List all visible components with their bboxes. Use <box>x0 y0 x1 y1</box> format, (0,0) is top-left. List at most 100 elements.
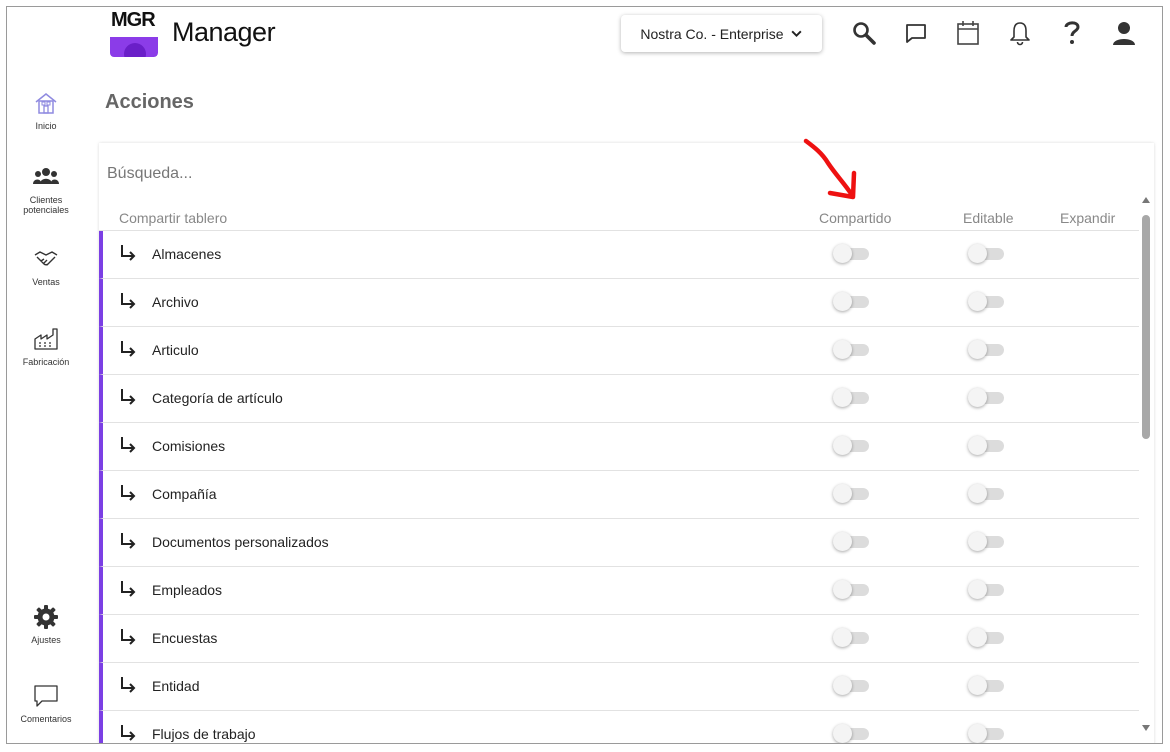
list-item-label: Entidad <box>152 678 200 694</box>
shared-toggle[interactable] <box>833 436 869 455</box>
nav-item-ventas[interactable]: Ventas <box>7 245 85 287</box>
logo-text: MGR <box>111 9 156 31</box>
subdirectory-arrow-icon <box>121 725 136 741</box>
column-header-expand: Expandir <box>1060 210 1116 226</box>
list-item[interactable]: Archivo <box>99 279 1139 327</box>
list-item-label: Articulo <box>152 342 199 358</box>
nav-item-ajustes[interactable]: Ajustes <box>7 603 85 645</box>
scroll-up-icon[interactable] <box>1142 197 1150 203</box>
nav-item-fabricacion[interactable]: Fabricación <box>7 325 85 367</box>
editable-toggle[interactable] <box>968 292 1004 311</box>
list-item-label: Comisiones <box>152 438 226 454</box>
subdirectory-arrow-icon <box>121 533 136 549</box>
annotation-arrow-icon <box>803 138 857 200</box>
subdirectory-arrow-icon <box>121 485 136 501</box>
calendar-icon[interactable] <box>954 19 982 47</box>
subdirectory-arrow-icon <box>121 389 136 405</box>
editable-toggle[interactable] <box>968 484 1004 503</box>
subdirectory-arrow-icon <box>121 677 136 693</box>
editable-toggle[interactable] <box>968 676 1004 695</box>
column-header-name: Compartir tablero <box>119 210 228 226</box>
home-icon <box>35 93 57 114</box>
editable-toggle[interactable] <box>968 436 1004 455</box>
editable-toggle[interactable] <box>968 244 1004 263</box>
bell-icon[interactable] <box>1006 19 1034 47</box>
editable-toggle[interactable] <box>968 532 1004 551</box>
company-selector[interactable]: Nostra Co. - Enterprise <box>621 15 822 52</box>
list-item-label: Flujos de trabajo <box>152 726 256 742</box>
chat-icon[interactable] <box>902 19 930 47</box>
user-icon[interactable] <box>1110 19 1138 47</box>
scrollbar-thumb[interactable] <box>1142 215 1150 439</box>
app-window: MGR Manager Nostra Co. - Enterprise Inic… <box>6 6 1163 744</box>
column-header-row: Compartir tablero Compartido Editable Ex… <box>99 201 1139 231</box>
editable-toggle[interactable] <box>968 628 1004 647</box>
list-item[interactable]: Documentos personalizados <box>99 519 1139 567</box>
subdirectory-arrow-icon <box>121 245 136 261</box>
editable-toggle[interactable] <box>968 388 1004 407</box>
editable-toggle[interactable] <box>968 580 1004 599</box>
nav-item-inicio[interactable]: Inicio <box>7 89 85 131</box>
column-header-editable: Editable <box>963 210 1014 226</box>
list-item[interactable]: Articulo <box>99 327 1139 375</box>
shared-toggle[interactable] <box>833 580 869 599</box>
nav-label: Ventas <box>32 277 60 287</box>
list-item-label: Empleados <box>152 582 223 598</box>
list-item-label: Almacenes <box>152 246 222 262</box>
shared-toggle[interactable] <box>833 532 869 551</box>
subdirectory-arrow-icon <box>121 629 136 645</box>
editable-toggle[interactable] <box>968 724 1004 743</box>
app-logo[interactable]: MGR <box>108 7 158 57</box>
shared-toggle[interactable] <box>833 676 869 695</box>
help-icon[interactable] <box>1058 19 1086 47</box>
list-item[interactable]: Compañía <box>99 471 1139 519</box>
factory-icon <box>34 328 58 350</box>
shared-toggle[interactable] <box>833 484 869 503</box>
actions-panel: Compartir tablero Compartido Editable Ex… <box>99 143 1154 743</box>
list-item-label: Encuestas <box>152 630 218 646</box>
shared-toggle[interactable] <box>833 292 869 311</box>
shared-toggle[interactable] <box>833 628 869 647</box>
subdirectory-arrow-icon <box>121 341 136 357</box>
list-item-label: Compañía <box>152 486 217 502</box>
logo-band <box>110 37 158 57</box>
nav-label: Ajustes <box>31 635 61 645</box>
nav-item-comentarios[interactable]: Comentarios <box>7 682 85 724</box>
list-item[interactable]: Almacenes <box>99 231 1139 279</box>
list-item-label: Categoría de artículo <box>152 390 283 406</box>
list-item[interactable]: Empleados <box>99 567 1139 615</box>
list-item[interactable]: Encuestas <box>99 615 1139 663</box>
page-title: Acciones <box>105 91 194 113</box>
list-item[interactable]: Flujos de trabajo <box>99 711 1139 743</box>
nav-label: Fabricación <box>22 357 70 367</box>
comment-icon <box>34 685 58 707</box>
nav-label: Clientes potenciales <box>23 195 69 215</box>
scroll-down-icon[interactable] <box>1142 725 1150 731</box>
shared-toggle[interactable] <box>833 244 869 263</box>
app-title: Manager <box>172 17 276 47</box>
permissions-list: Almacenes Archivo Articulo Categoría de art… <box>99 231 1139 743</box>
subdirectory-arrow-icon <box>121 581 136 597</box>
shared-toggle[interactable] <box>833 724 869 743</box>
shared-toggle[interactable] <box>833 340 869 359</box>
nav-label: Comentarios <box>20 714 72 724</box>
search-icon[interactable] <box>850 19 878 47</box>
editable-toggle[interactable] <box>968 340 1004 359</box>
column-header-shared: Compartido <box>819 210 892 226</box>
list-item-label: Documentos personalizados <box>152 534 329 550</box>
scrollbar[interactable] <box>1140 197 1152 731</box>
company-selector-label: Nostra Co. - Enterprise <box>640 25 784 42</box>
list-item[interactable]: Comisiones <box>99 423 1139 471</box>
nav-item-clientes-potenciales[interactable]: Clientes potenciales <box>7 163 85 215</box>
chevron-down-icon <box>791 30 802 38</box>
subdirectory-arrow-icon <box>121 293 136 309</box>
list-item[interactable]: Entidad <box>99 663 1139 711</box>
shared-toggle[interactable] <box>833 388 869 407</box>
list-item[interactable]: Categoría de artículo <box>99 375 1139 423</box>
nav-label: Inicio <box>35 121 57 131</box>
subdirectory-arrow-icon <box>121 437 136 453</box>
gear-icon <box>34 605 58 629</box>
list-item-label: Archivo <box>152 294 199 310</box>
people-icon <box>33 168 59 184</box>
search-input[interactable] <box>107 159 807 189</box>
